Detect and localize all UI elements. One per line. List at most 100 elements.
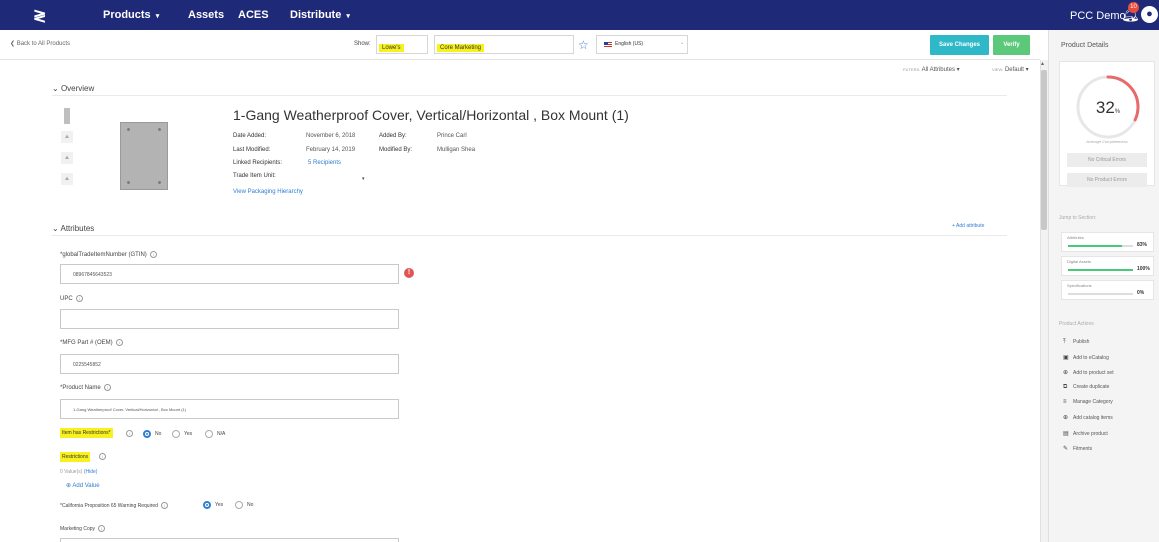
prop65-yes-radio[interactable] bbox=[203, 501, 211, 509]
add-circle-icon: ⊕ bbox=[1063, 415, 1069, 421]
scroll-up-arrow[interactable]: ▴ bbox=[1041, 60, 1044, 67]
error-icon[interactable]: ! bbox=[404, 268, 414, 278]
add-value-link[interactable]: ⊕ Add Value bbox=[66, 482, 100, 489]
language-value: English (US) bbox=[615, 41, 644, 47]
last-modified-label: Last Modified: bbox=[233, 147, 271, 153]
product-name-label: *Product Name i bbox=[60, 384, 111, 391]
list-icon: ≡ bbox=[1063, 399, 1067, 405]
modified-by-label: Modified By: bbox=[379, 147, 413, 153]
jump-attributes[interactable]: Attributes 83% bbox=[1061, 232, 1154, 252]
progress-track bbox=[1068, 269, 1133, 271]
info-icon[interactable]: i bbox=[126, 430, 133, 437]
duplicate-icon: ⧉ bbox=[1063, 384, 1068, 390]
action-create-duplicate[interactable]: ⧉ Create duplicate bbox=[1063, 384, 1109, 391]
hide-link[interactable]: (Hide) bbox=[84, 469, 98, 475]
jump-specifications[interactable]: Specifications 0% bbox=[1061, 280, 1154, 300]
progress-fill bbox=[1068, 269, 1133, 271]
image-placeholder-icon[interactable]: ⛰ bbox=[61, 173, 73, 185]
info-icon[interactable]: i bbox=[115, 339, 123, 346]
modified-by-value: Mulligan Shea bbox=[437, 147, 476, 153]
back-to-products-link[interactable]: ❮ Back to All Products bbox=[10, 40, 70, 47]
image-placeholder-icon[interactable]: ⛰ bbox=[61, 131, 73, 143]
nav-aces[interactable]: ACES bbox=[238, 9, 269, 21]
restrictions-label: Restrictions bbox=[60, 452, 91, 462]
info-icon[interactable]: i bbox=[149, 251, 157, 258]
radio-label: No bbox=[247, 502, 254, 508]
logo-icon[interactable]: ≷ bbox=[33, 6, 46, 26]
action-manage-category[interactable]: ≡ Manage Category bbox=[1063, 399, 1113, 405]
progress-fill bbox=[1068, 245, 1122, 247]
divider bbox=[52, 95, 1007, 96]
action-fitments[interactable]: ✎ Fitments bbox=[1063, 445, 1092, 452]
catalog-value: Core Marketing bbox=[437, 44, 485, 52]
avatar[interactable]: ● bbox=[1141, 6, 1158, 23]
overview-section-toggle[interactable]: ⌄ Overview bbox=[52, 84, 94, 93]
mfg-part-field[interactable]: 0225545852 bbox=[60, 354, 399, 374]
marketing-copy-field[interactable] bbox=[60, 538, 399, 542]
language-select[interactable]: English (US) ⌄ bbox=[596, 35, 688, 54]
view-packaging-link[interactable]: View Packaging Hierarchy bbox=[233, 189, 303, 195]
jump-section-pct: 100% bbox=[1137, 266, 1150, 272]
divider bbox=[52, 235, 1007, 236]
completeness-label: Average Completeness bbox=[1086, 139, 1128, 144]
prop65-label: *California Proposition 65 Warning Requi… bbox=[60, 502, 168, 509]
top-nav: ≷ Products ▾ Assets ACES Distribute ▾ PCC … bbox=[0, 0, 1159, 30]
action-add-to-ecatalog[interactable]: ▣ Add to eCatalog bbox=[1063, 354, 1109, 361]
critical-errors-status[interactable]: No Critical Errors bbox=[1067, 153, 1147, 167]
gtin-label: *globalTradeItemNumber (GTIN) i bbox=[60, 251, 157, 258]
restrictions-na-radio[interactable] bbox=[205, 430, 213, 438]
trade-item-unit-dropdown[interactable]: ▾ bbox=[362, 176, 365, 182]
info-icon[interactable]: i bbox=[75, 295, 83, 302]
filters-dropdown[interactable]: FILTERS: All Attributes ▾ bbox=[903, 66, 960, 73]
info-icon[interactable]: i bbox=[160, 502, 168, 509]
restrictions-no-radio[interactable] bbox=[143, 430, 151, 438]
progress-track bbox=[1068, 245, 1133, 247]
jump-section-name: Digital Assets bbox=[1067, 259, 1092, 264]
view-dropdown[interactable]: VIEW: Default ▾ bbox=[992, 66, 1029, 73]
save-changes-button[interactable]: Save Changes bbox=[930, 35, 989, 55]
catalog-select[interactable]: Core Marketing bbox=[434, 35, 574, 54]
chevron-down-icon: ▾ bbox=[155, 13, 160, 20]
linked-recipients-link[interactable]: 5 Recipients bbox=[308, 160, 341, 166]
attributes-section-toggle[interactable]: ⌄ Attributes bbox=[52, 224, 94, 233]
upc-field[interactable] bbox=[60, 309, 399, 329]
product-thumbnail[interactable] bbox=[64, 108, 70, 124]
restrictions-count: 0 Value(s) (Hide) bbox=[60, 469, 98, 475]
image-placeholder-icon[interactable]: ⛰ bbox=[61, 152, 73, 164]
radio-label: Yes bbox=[215, 502, 224, 508]
info-icon[interactable]: i bbox=[98, 525, 106, 532]
recipient-select[interactable]: Lowe's bbox=[376, 35, 428, 54]
radio-label: No bbox=[155, 431, 162, 437]
star-icon[interactable]: ☆ bbox=[578, 38, 589, 52]
radio-label: N/A bbox=[217, 431, 226, 437]
nav-assets[interactable]: Assets bbox=[188, 9, 224, 21]
action-add-catalog-items[interactable]: ⊕ Add catalog items bbox=[1063, 414, 1113, 421]
catalog-icon: ▣ bbox=[1063, 355, 1069, 361]
nav-distribute[interactable]: Distribute ▾ bbox=[290, 9, 350, 21]
action-add-to-product-set[interactable]: ⊕ Add to product set bbox=[1063, 369, 1114, 376]
info-icon[interactable]: i bbox=[99, 453, 106, 460]
action-publish[interactable]: ⤒ Publish bbox=[1063, 339, 1089, 346]
scrollbar-thumb[interactable] bbox=[1041, 70, 1047, 230]
gtin-field[interactable]: 08967845643523 bbox=[60, 264, 399, 284]
product-name-field[interactable]: 1-Gang Weatherproof Cover, Vertical/Hori… bbox=[60, 399, 399, 419]
item-has-restrictions-label: Item has Restrictions* bbox=[60, 428, 113, 438]
jump-section-pct: 83% bbox=[1137, 242, 1148, 248]
completeness-percent: 32% bbox=[1095, 98, 1121, 117]
added-by-value: Prince Carl bbox=[437, 133, 467, 139]
product-title: 1-Gang Weatherproof Cover, Vertical/Hori… bbox=[233, 107, 629, 123]
toolbar: ❮ Back to All Products Show: Lowe's Core… bbox=[0, 30, 1040, 60]
info-icon[interactable]: i bbox=[103, 384, 111, 391]
restrictions-yes-radio[interactable] bbox=[172, 430, 180, 438]
chevron-down-icon: ▾ bbox=[346, 13, 350, 20]
jump-digital-assets[interactable]: Digital Assets 100% bbox=[1061, 256, 1154, 276]
verify-button[interactable]: Verify bbox=[993, 35, 1030, 55]
chevron-down-icon: ⌄ bbox=[680, 40, 685, 46]
action-archive-product[interactable]: ▤ Archive product bbox=[1063, 430, 1108, 437]
prop65-no-radio[interactable] bbox=[235, 501, 243, 509]
nav-products[interactable]: Products ▾ bbox=[103, 9, 159, 21]
product-image bbox=[120, 122, 168, 190]
add-attribute-link[interactable]: + Add attribute bbox=[952, 223, 984, 229]
upc-label: UPC i bbox=[60, 295, 83, 302]
product-errors-status[interactable]: No Product Errors bbox=[1067, 173, 1147, 187]
